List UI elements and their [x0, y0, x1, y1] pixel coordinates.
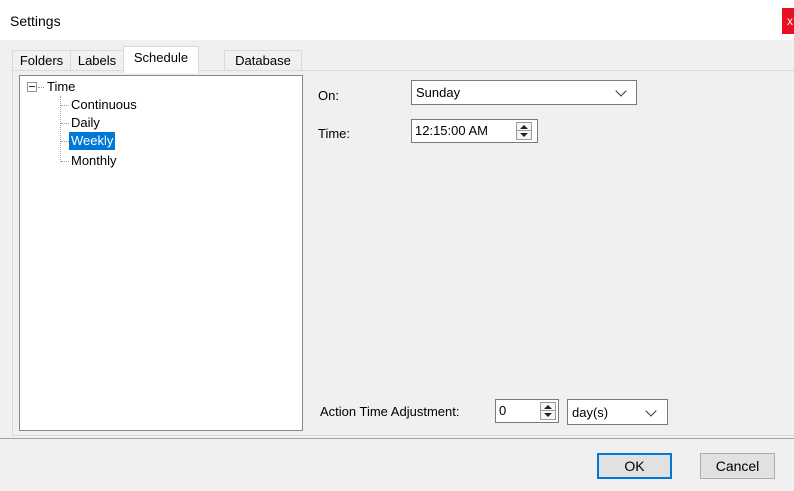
tree-node-weekly[interactable]: Weekly — [69, 132, 116, 150]
tree-connector — [61, 105, 69, 106]
adjustment-stepper[interactable]: 0 — [495, 399, 559, 423]
tab-schedule[interactable]: Schedule — [123, 46, 199, 73]
adjustment-unit-value: day(s) — [572, 405, 609, 420]
window-title: Settings — [10, 13, 61, 29]
tab-labels[interactable]: Labels — [70, 50, 124, 72]
tree-node-time[interactable]: Time — [47, 78, 75, 96]
tree-connector — [38, 87, 44, 88]
ok-button[interactable]: OK — [597, 453, 672, 479]
tab-strip: Folders Labels Schedule Database — [12, 44, 312, 73]
tab-folders[interactable]: Folders — [12, 50, 71, 72]
separator — [0, 438, 794, 439]
tree-connector — [61, 123, 69, 124]
time-spinner[interactable] — [516, 122, 532, 140]
time-label: Time: — [318, 126, 351, 141]
time-picker[interactable]: 12:15:00 AM — [411, 119, 538, 143]
spin-down-icon[interactable] — [541, 411, 555, 419]
close-button[interactable]: x — [782, 8, 794, 34]
spin-up-icon[interactable] — [517, 123, 531, 131]
adjustment-label: Action Time Adjustment: — [320, 404, 460, 419]
day-select-value: Sunday — [416, 85, 461, 100]
chevron-down-icon — [644, 405, 660, 419]
adjustment-spinner[interactable] — [540, 402, 556, 420]
tree-node-daily[interactable]: Daily — [71, 114, 100, 132]
day-select[interactable]: Sunday — [411, 80, 637, 105]
dialog-client-area: Folders Labels Schedule Database Time Co… — [0, 40, 794, 491]
spin-down-icon[interactable] — [517, 131, 531, 139]
title-bar: Settings x — [0, 0, 794, 40]
tree-node-continuous[interactable]: Continuous — [71, 96, 137, 114]
schedule-tree[interactable]: Time Continuous Daily Weekly Monthly — [19, 75, 303, 431]
tree-connector — [61, 161, 69, 162]
chevron-down-icon — [614, 85, 630, 99]
schedule-tab-page: Time Continuous Daily Weekly Monthly On:… — [12, 70, 794, 436]
tree-connector — [61, 141, 69, 142]
tree-node-monthly[interactable]: Monthly — [71, 152, 117, 170]
close-icon: x — [787, 14, 793, 28]
adjustment-value: 0 — [499, 403, 507, 418]
time-value: 12:15:00 AM — [415, 123, 488, 138]
collapse-icon[interactable] — [27, 82, 37, 92]
on-label: On: — [318, 88, 339, 103]
tab-database[interactable]: Database — [224, 50, 302, 72]
spin-up-icon[interactable] — [541, 403, 555, 411]
cancel-button[interactable]: Cancel — [700, 453, 775, 479]
adjustment-unit-select[interactable]: day(s) — [567, 399, 668, 425]
